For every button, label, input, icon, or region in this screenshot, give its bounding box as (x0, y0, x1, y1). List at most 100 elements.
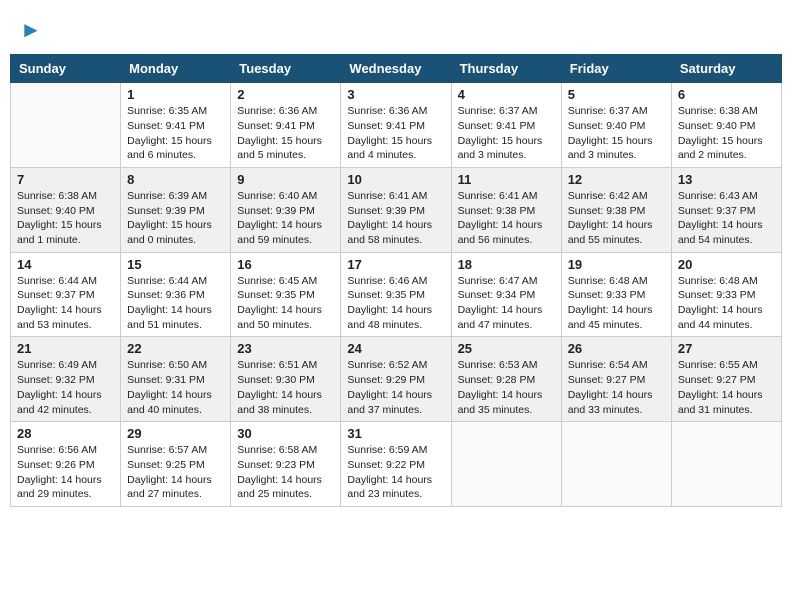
calendar-week-row: 1 Sunrise: 6:35 AMSunset: 9:41 PMDaylight… (11, 83, 782, 168)
calendar-week-row: 21 Sunrise: 6:49 AMSunset: 9:32 PMDayligh… (11, 337, 782, 422)
day-number: 21 (17, 341, 114, 356)
calendar-cell: 4 Sunrise: 6:37 AMSunset: 9:41 PMDaylight… (451, 83, 561, 168)
cell-info: Sunrise: 6:40 AMSunset: 9:39 PMDaylight:… (237, 189, 334, 248)
day-number: 5 (568, 87, 665, 102)
day-number: 28 (17, 426, 114, 441)
cell-info: Sunrise: 6:55 AMSunset: 9:27 PMDaylight:… (678, 358, 775, 417)
day-number: 3 (347, 87, 444, 102)
day-of-week-header: Sunday (11, 55, 121, 83)
cell-info: Sunrise: 6:44 AMSunset: 9:37 PMDaylight:… (17, 274, 114, 333)
calendar-cell: 18 Sunrise: 6:47 AMSunset: 9:34 PMDayligh… (451, 252, 561, 337)
day-of-week-header: Tuesday (231, 55, 341, 83)
day-of-week-header: Saturday (671, 55, 781, 83)
day-number: 17 (347, 257, 444, 272)
calendar-week-row: 28 Sunrise: 6:56 AMSunset: 9:26 PMDayligh… (11, 422, 782, 507)
cell-info: Sunrise: 6:45 AMSunset: 9:35 PMDaylight:… (237, 274, 334, 333)
calendar-cell: 19 Sunrise: 6:48 AMSunset: 9:33 PMDayligh… (561, 252, 671, 337)
day-of-week-header: Monday (121, 55, 231, 83)
calendar-cell: 9 Sunrise: 6:40 AMSunset: 9:39 PMDaylight… (231, 167, 341, 252)
calendar-cell: 24 Sunrise: 6:52 AMSunset: 9:29 PMDayligh… (341, 337, 451, 422)
logo-text: ► (20, 18, 42, 42)
cell-info: Sunrise: 6:49 AMSunset: 9:32 PMDaylight:… (17, 358, 114, 417)
cell-info: Sunrise: 6:54 AMSunset: 9:27 PMDaylight:… (568, 358, 665, 417)
day-number: 22 (127, 341, 224, 356)
cell-info: Sunrise: 6:59 AMSunset: 9:22 PMDaylight:… (347, 443, 444, 502)
calendar-cell: 14Sunrise: 6:44 AMSunset: 9:37 PMDayligh… (11, 252, 121, 337)
calendar-cell: 29 Sunrise: 6:57 AMSunset: 9:25 PMDayligh… (121, 422, 231, 507)
calendar-header-row: SundayMondayTuesdayWednesdayThursdayFrid… (11, 55, 782, 83)
day-number: 16 (237, 257, 334, 272)
cell-info: Sunrise: 6:36 AMSunset: 9:41 PMDaylight:… (347, 104, 444, 163)
cell-info: Sunrise: 6:48 AMSunset: 9:33 PMDaylight:… (568, 274, 665, 333)
calendar-cell: 26 Sunrise: 6:54 AMSunset: 9:27 PMDayligh… (561, 337, 671, 422)
cell-info: Sunrise: 6:50 AMSunset: 9:31 PMDaylight:… (127, 358, 224, 417)
cell-info: Sunrise: 6:35 AMSunset: 9:41 PMDaylight:… (127, 104, 224, 163)
day-number: 13 (678, 172, 775, 187)
cell-info: Sunrise: 6:47 AMSunset: 9:34 PMDaylight:… (458, 274, 555, 333)
calendar-cell: 2Sunrise: 6:36 AMSunset: 9:41 PMDaylight… (231, 83, 341, 168)
day-number: 31 (347, 426, 444, 441)
cell-info: Sunrise: 6:46 AMSunset: 9:35 PMDaylight:… (347, 274, 444, 333)
day-number: 24 (347, 341, 444, 356)
day-number: 9 (237, 172, 334, 187)
calendar-cell: 13 Sunrise: 6:43 AMSunset: 9:37 PMDayligh… (671, 167, 781, 252)
calendar-cell (671, 422, 781, 507)
cell-info: Sunrise: 6:56 AMSunset: 9:26 PMDaylight:… (17, 443, 114, 502)
cell-info: Sunrise: 6:38 AMSunset: 9:40 PMDaylight:… (17, 189, 114, 248)
calendar-cell: 15 Sunrise: 6:44 AMSunset: 9:36 PMDayligh… (121, 252, 231, 337)
day-number: 26 (568, 341, 665, 356)
calendar-cell: 28 Sunrise: 6:56 AMSunset: 9:26 PMDayligh… (11, 422, 121, 507)
day-number: 7 (17, 172, 114, 187)
cell-info: Sunrise: 6:48 AMSunset: 9:33 PMDaylight:… (678, 274, 775, 333)
day-of-week-header: Wednesday (341, 55, 451, 83)
calendar-week-row: 7 Sunrise: 6:38 AMSunset: 9:40 PMDaylight… (11, 167, 782, 252)
day-number: 8 (127, 172, 224, 187)
calendar-cell: 31 Sunrise: 6:59 AMSunset: 9:22 PMDayligh… (341, 422, 451, 507)
calendar-cell: 25Sunrise: 6:53 AMSunset: 9:28 PMDayligh… (451, 337, 561, 422)
calendar-cell (451, 422, 561, 507)
cell-info: Sunrise: 6:44 AMSunset: 9:36 PMDaylight:… (127, 274, 224, 333)
cell-info: Sunrise: 6:42 AMSunset: 9:38 PMDaylight:… (568, 189, 665, 248)
calendar-cell: 6Sunrise: 6:38 AMSunset: 9:40 PMDaylight… (671, 83, 781, 168)
calendar-cell: 8 Sunrise: 6:39 AMSunset: 9:39 PMDaylight… (121, 167, 231, 252)
day-number: 25 (458, 341, 555, 356)
page-header: ► (10, 10, 782, 46)
calendar-cell: 1 Sunrise: 6:35 AMSunset: 9:41 PMDaylight… (121, 83, 231, 168)
calendar-cell: 10Sunrise: 6:41 AMSunset: 9:39 PMDayligh… (341, 167, 451, 252)
cell-info: Sunrise: 6:57 AMSunset: 9:25 PMDaylight:… (127, 443, 224, 502)
day-number: 11 (458, 172, 555, 187)
cell-info: Sunrise: 6:37 AMSunset: 9:41 PMDaylight:… (458, 104, 555, 163)
day-number: 15 (127, 257, 224, 272)
calendar-cell: 12 Sunrise: 6:42 AMSunset: 9:38 PMDayligh… (561, 167, 671, 252)
cell-info: Sunrise: 6:51 AMSunset: 9:30 PMDaylight:… (237, 358, 334, 417)
calendar-cell: 20 Sunrise: 6:48 AMSunset: 9:33 PMDayligh… (671, 252, 781, 337)
day-of-week-header: Thursday (451, 55, 561, 83)
calendar-week-row: 14Sunrise: 6:44 AMSunset: 9:37 PMDayligh… (11, 252, 782, 337)
cell-info: Sunrise: 6:37 AMSunset: 9:40 PMDaylight:… (568, 104, 665, 163)
day-number: 30 (237, 426, 334, 441)
day-number: 18 (458, 257, 555, 272)
calendar-cell: 21 Sunrise: 6:49 AMSunset: 9:32 PMDayligh… (11, 337, 121, 422)
calendar-cell: 3 Sunrise: 6:36 AMSunset: 9:41 PMDaylight… (341, 83, 451, 168)
day-number: 29 (127, 426, 224, 441)
day-number: 27 (678, 341, 775, 356)
calendar-cell: 5 Sunrise: 6:37 AMSunset: 9:40 PMDaylight… (561, 83, 671, 168)
calendar-cell: 16 Sunrise: 6:45 AMSunset: 9:35 PMDayligh… (231, 252, 341, 337)
cell-info: Sunrise: 6:38 AMSunset: 9:40 PMDaylight:… (678, 104, 775, 163)
day-number: 20 (678, 257, 775, 272)
calendar-cell: 22 Sunrise: 6:50 AMSunset: 9:31 PMDayligh… (121, 337, 231, 422)
cell-info: Sunrise: 6:43 AMSunset: 9:37 PMDaylight:… (678, 189, 775, 248)
cell-info: Sunrise: 6:39 AMSunset: 9:39 PMDaylight:… (127, 189, 224, 248)
calendar-cell: 23Sunrise: 6:51 AMSunset: 9:30 PMDayligh… (231, 337, 341, 422)
calendar-cell: 7 Sunrise: 6:38 AMSunset: 9:40 PMDaylight… (11, 167, 121, 252)
logo: ► (20, 18, 42, 42)
calendar-cell: 11 Sunrise: 6:41 AMSunset: 9:38 PMDayligh… (451, 167, 561, 252)
calendar-cell (561, 422, 671, 507)
day-of-week-header: Friday (561, 55, 671, 83)
day-number: 12 (568, 172, 665, 187)
cell-info: Sunrise: 6:52 AMSunset: 9:29 PMDaylight:… (347, 358, 444, 417)
day-number: 1 (127, 87, 224, 102)
cell-info: Sunrise: 6:41 AMSunset: 9:38 PMDaylight:… (458, 189, 555, 248)
day-number: 4 (458, 87, 555, 102)
day-number: 19 (568, 257, 665, 272)
